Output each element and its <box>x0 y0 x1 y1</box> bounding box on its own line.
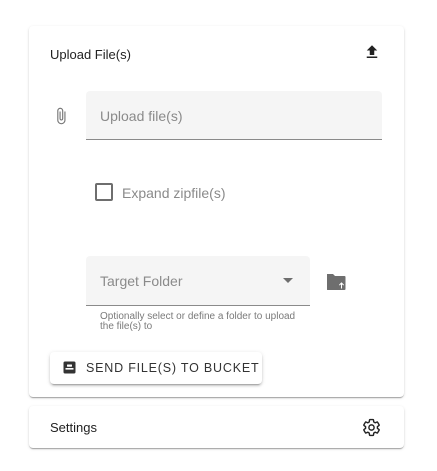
target-folder-select[interactable]: Target Folder <box>86 256 310 306</box>
panel-title: Upload File(s) <box>50 47 131 62</box>
folder-upload-icon[interactable] <box>326 273 346 291</box>
expand-zip-label: Expand zipfile(s) <box>122 185 226 201</box>
send-files-label: SEND FILE(S) TO BUCKET <box>86 361 260 375</box>
target-folder-label: Target Folder <box>100 273 183 289</box>
target-folder-hint: Optionally select or define a folder to … <box>100 311 296 332</box>
send-files-button[interactable]: SEND FILE(S) TO BUCKET <box>50 352 262 384</box>
expand-zip-checkbox[interactable] <box>95 183 113 201</box>
settings-panel[interactable]: Settings <box>29 406 404 448</box>
upload-file-field[interactable] <box>86 91 382 140</box>
settings-title: Settings <box>50 420 97 435</box>
send-icon <box>63 361 76 374</box>
paperclip-icon <box>52 105 70 127</box>
upload-files-panel: Upload File(s) Expand zipfile(s) Target … <box>29 26 404 397</box>
upload-file-input[interactable] <box>100 105 360 127</box>
chevron-down-icon <box>283 278 293 283</box>
gear-icon[interactable] <box>362 418 381 437</box>
upload-icon[interactable] <box>363 43 381 61</box>
